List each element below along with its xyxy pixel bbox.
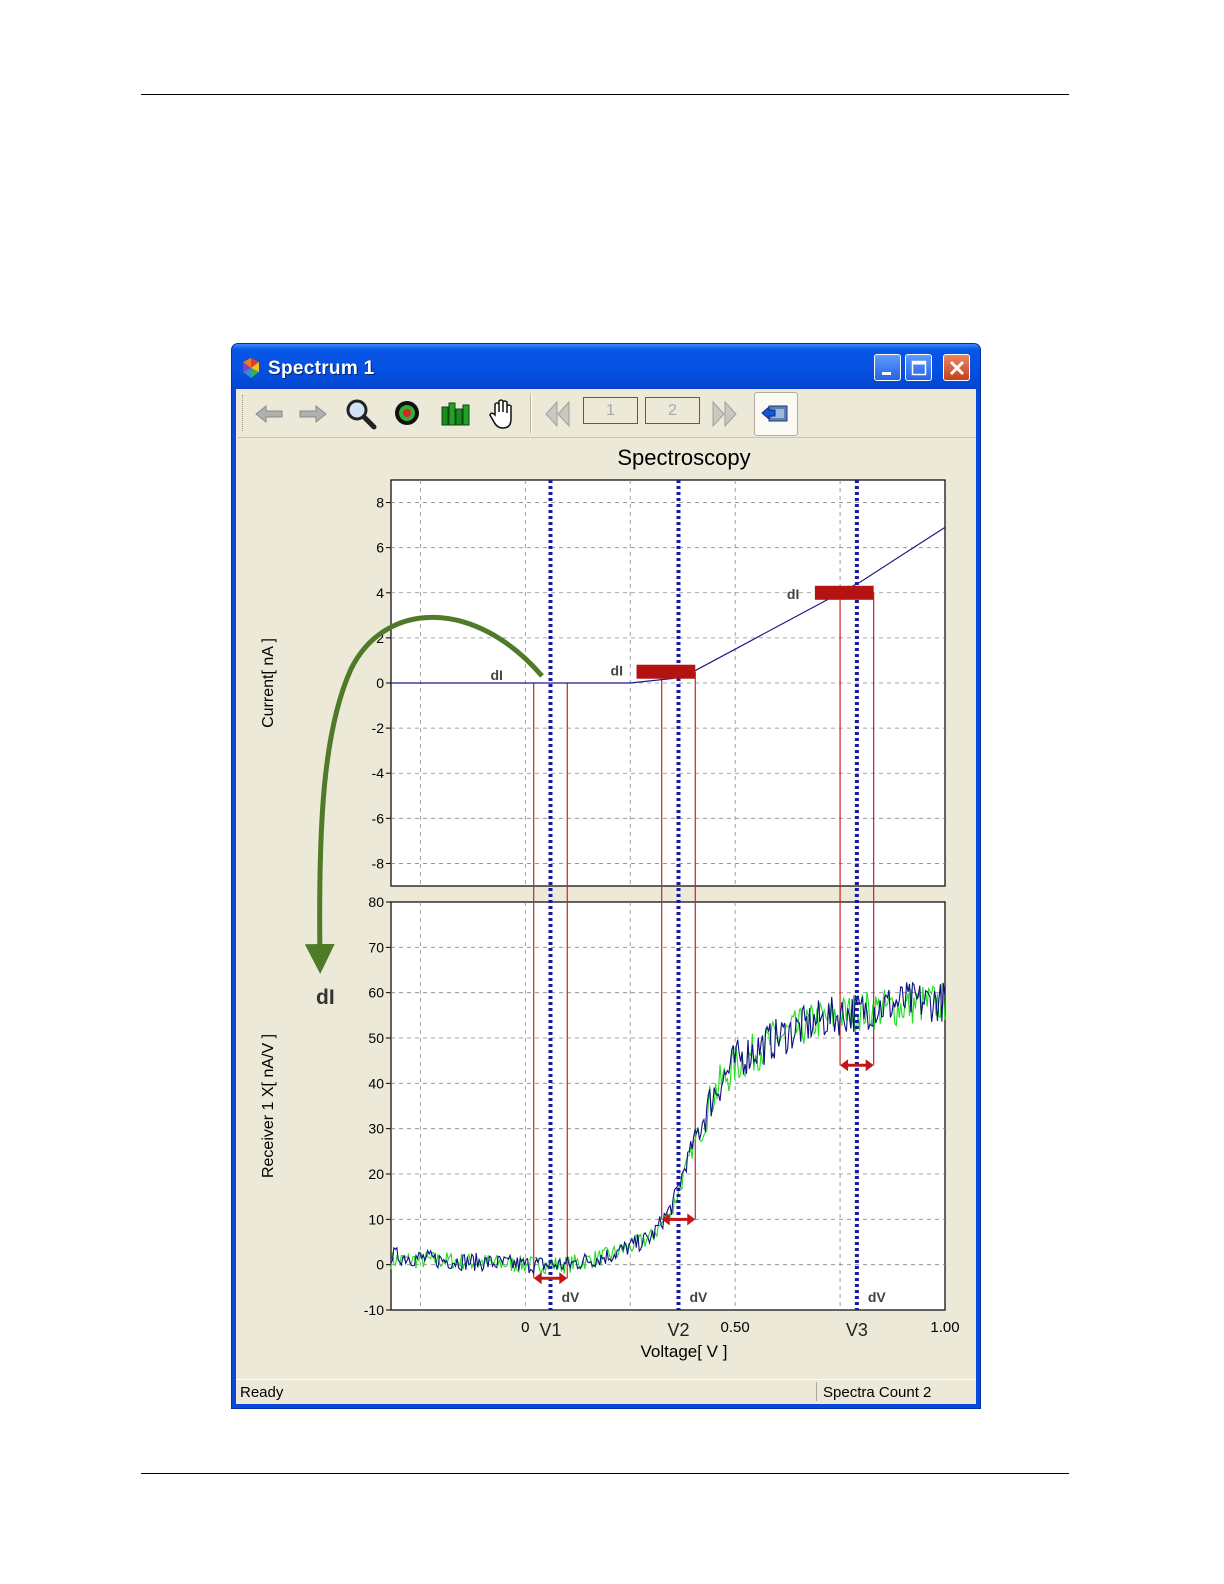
dI-label: dI: [787, 586, 799, 602]
dV-label: dV: [689, 1289, 708, 1305]
minimize-button[interactable]: [874, 354, 901, 381]
page-box-2[interactable]: 2: [645, 397, 700, 424]
x-tick-label: 0: [521, 1319, 529, 1336]
hand-pan-icon: [489, 399, 512, 429]
y-tick-label: 0: [376, 1257, 384, 1273]
spectrum-window: Spectrum 1 1 2 8 6 4 2 0 -2 -4 -6 -8 80 …: [231, 343, 981, 1409]
bottom-plot-area: [390, 901, 946, 1311]
back-button[interactable]: [250, 395, 288, 433]
forward-button[interactable]: [294, 395, 332, 433]
y-tick-label: -10: [364, 1302, 384, 1318]
arrow-right-icon: [299, 404, 327, 424]
dI-label: dI: [490, 667, 502, 683]
dV-label: dV: [561, 1289, 580, 1305]
spectroscopy-chart[interactable]: 86420-2-4-6-880706050403020100-100 0.50 1.…: [236, 439, 978, 1379]
y-tick-label: 70: [368, 939, 384, 955]
x-axis-label: Voltage[ V ]: [641, 1342, 728, 1361]
y-tick-label: -2: [372, 720, 385, 736]
client-area: 1 2 86420 -2 -4 -6 -8 80 70 60 50 40 30 …: [236, 389, 976, 1404]
voltage-marker-label: V3: [846, 1320, 868, 1340]
y-tick-label: 50: [368, 1030, 384, 1046]
y-tick-label: -8: [372, 855, 385, 871]
dI-label: dI: [611, 663, 623, 679]
window-title: Spectrum 1: [268, 358, 375, 379]
toolbar-grip[interactable]: [242, 395, 246, 431]
y-tick-label: 4: [376, 585, 384, 601]
maximize-button[interactable]: [905, 354, 932, 381]
status-spectra-count: Spectra Count 2: [823, 1384, 932, 1401]
y-tick-label: 40: [368, 1075, 384, 1091]
big-dI-label: dI: [316, 986, 335, 1009]
bar-chart-icon: [441, 402, 470, 426]
y-tick-label: -4: [372, 765, 385, 781]
x-tick-label: 0.50: [721, 1319, 750, 1336]
app-icon: [243, 358, 259, 378]
top-y-axis-label: Current[ nA ]: [260, 638, 277, 728]
status-bar: Ready Spectra Count 2: [236, 1379, 976, 1404]
y-tick-label: 80: [368, 894, 384, 910]
target-button[interactable]: [388, 395, 426, 433]
zoom-button[interactable]: [342, 395, 380, 433]
x-tick-label: 1.00: [930, 1319, 959, 1336]
status-panel: Spectra Count 2: [816, 1382, 971, 1401]
voltage-marker-label: V2: [667, 1320, 689, 1340]
chart-title: Spectroscopy: [617, 445, 750, 470]
rewind-button[interactable]: [538, 395, 576, 433]
dV-label: dV: [868, 1289, 887, 1305]
y-tick-label: 20: [368, 1166, 384, 1182]
target-icon: [395, 401, 419, 425]
maximize-icon: [911, 360, 927, 376]
y-tick-label: 0: [376, 675, 384, 691]
export-icon: [761, 405, 788, 422]
header-rule: [141, 94, 1069, 95]
y-tick-label: 6: [376, 540, 384, 556]
y-tick-label: 10: [368, 1211, 384, 1227]
y-tick-label: 8: [376, 495, 384, 511]
page-box-1[interactable]: 1: [583, 397, 638, 424]
dI-bar: [814, 585, 874, 600]
toolbar-separator: [530, 393, 532, 433]
zoom-icon: [346, 399, 377, 430]
dI-bar: [636, 664, 696, 679]
voltage-marker-label: V1: [539, 1320, 561, 1340]
y-tick-label: -6: [372, 810, 385, 826]
toolbar: 1 2: [238, 389, 976, 438]
y-tick-label: 30: [368, 1121, 384, 1137]
close-button[interactable]: [943, 354, 970, 381]
chart-area: 8 6 4 2 0 -2 -4 -6 -8 80 70 60 50 40 30 20 10 0 -10 0 0.50 1.…: [236, 439, 978, 1379]
minimize-icon: [882, 372, 891, 375]
status-ready: Ready: [240, 1384, 284, 1401]
pan-button[interactable]: [484, 395, 522, 433]
fast-forward-icon: [712, 400, 737, 428]
arrow-left-icon: [255, 404, 283, 424]
bottom-y-axis-label: Receiver 1 X[ nA/V ]: [260, 1034, 277, 1178]
footer-rule: [141, 1473, 1069, 1474]
y-tick-label: 60: [368, 985, 384, 1001]
export-button[interactable]: [754, 392, 798, 436]
rewind-icon: [545, 400, 570, 428]
title-bar[interactable]: Spectrum 1: [232, 344, 980, 389]
fast-forward-button[interactable]: [706, 395, 744, 433]
close-icon: [949, 360, 965, 376]
histogram-button[interactable]: [436, 395, 474, 433]
